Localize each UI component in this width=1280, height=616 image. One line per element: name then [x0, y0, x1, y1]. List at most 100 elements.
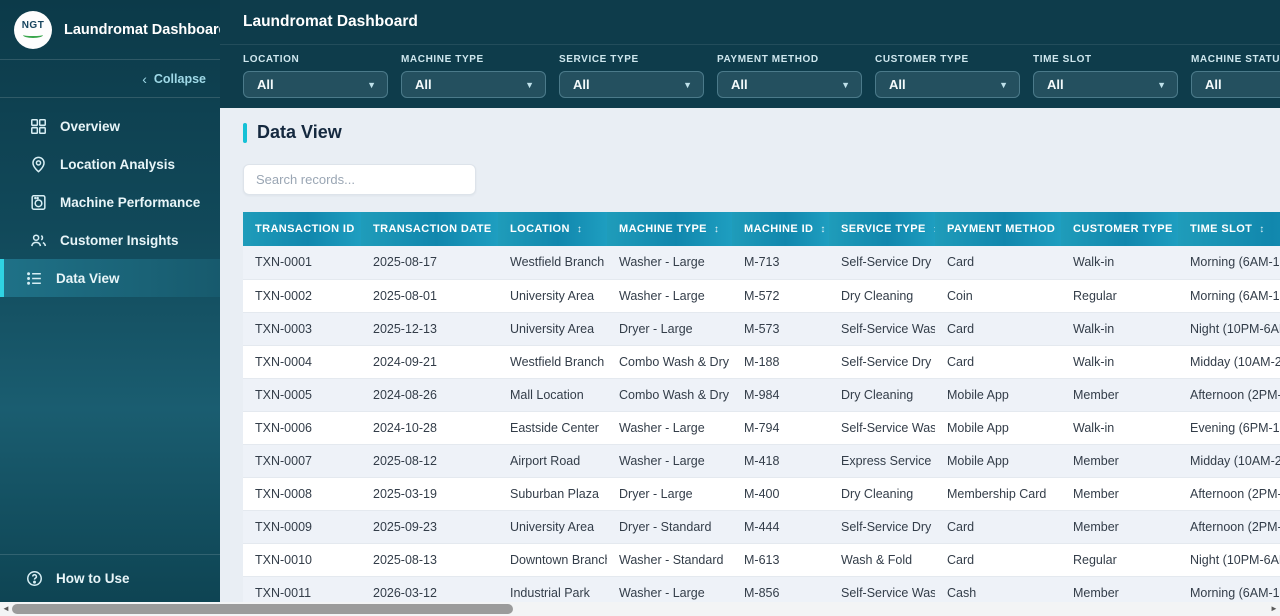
cell-transaction-id: TXN-0011: [243, 576, 361, 602]
cell-service-type: Dry Cleaning: [829, 279, 935, 313]
cell-service-type: Dry Cleaning: [829, 378, 935, 412]
sidebar-item[interactable]: Location Analysis: [0, 145, 220, 183]
column-header[interactable]: TRANSACTION ID↕: [243, 212, 361, 246]
column-header[interactable]: CUSTOMER TYPE↕: [1061, 212, 1178, 246]
top-header: Laundromat Dashboard: [220, 0, 1280, 45]
cell-time-slot: Morning (6AM-10AM): [1178, 576, 1280, 602]
list-icon: [25, 269, 44, 288]
filter-dropdown[interactable]: All ▼: [559, 71, 704, 98]
filter-group: TIME SLOT All ▼: [1033, 54, 1178, 108]
section-title: Data View: [257, 122, 342, 142]
table-row: TXN-0004 2024-09-21 Westfield Branch Com…: [243, 345, 1280, 379]
cell-customer-type: Member: [1061, 576, 1178, 602]
filter-label: LOCATION: [243, 54, 300, 65]
sidebar-item-how-to-use[interactable]: How to Use: [0, 554, 220, 602]
column-header[interactable]: TIME SLOT ↕: [1178, 212, 1280, 246]
collapse-button[interactable]: ‹ Collapse: [0, 60, 220, 98]
cell-payment-method: Mobile App: [935, 411, 1061, 445]
column-header[interactable]: MACHINE TYPE ↕: [607, 212, 732, 246]
column-header[interactable]: SERVICE TYPE ↕: [829, 212, 935, 246]
sidebar-item[interactable]: Overview: [0, 107, 220, 145]
cell-location: Airport Road: [498, 444, 607, 478]
search-input[interactable]: [243, 164, 476, 195]
cell-time-slot: Night (10PM-6AM): [1178, 543, 1280, 577]
filter-dropdown[interactable]: All ▼: [717, 71, 862, 98]
filter-label: MACHINE STATUS: [1191, 54, 1280, 65]
horizontal-scrollbar: ◄ ►: [0, 602, 1280, 616]
cell-location: University Area: [498, 510, 607, 544]
cell-location: Westfield Branch: [498, 345, 607, 379]
sidebar-title: Laundromat Dashboard: [64, 21, 220, 38]
cell-service-type: Self-Service Dry: [829, 510, 935, 544]
cell-transaction-id: TXN-0002: [243, 279, 361, 313]
logo-text: NGT: [21, 20, 45, 31]
cell-customer-type: Member: [1061, 444, 1178, 478]
cell-machine-type: Dryer - Standard: [607, 510, 732, 544]
cell-machine-id: M-613: [732, 543, 829, 577]
filter-dropdown[interactable]: All ▼: [1191, 71, 1280, 98]
column-header[interactable]: MACHINE ID ↕: [732, 212, 829, 246]
filter-dropdown[interactable]: All ▼: [1033, 71, 1178, 98]
sidebar-item-label: Machine Performance: [60, 194, 201, 210]
filter-selected-value: All: [1205, 77, 1222, 92]
sidebar-item[interactable]: Data View: [0, 259, 220, 297]
cell-time-slot: Afternoon (2PM-6PM): [1178, 378, 1280, 412]
sidebar-logo-row: NGT Laundromat Dashboard: [0, 0, 220, 60]
column-header-label: TRANSACTION DATE: [373, 223, 492, 235]
app-logo: NGT: [14, 10, 52, 49]
cell-service-type: Express Service: [829, 444, 935, 478]
chevron-down-icon: ▼: [525, 79, 534, 90]
sidebar-item-label: Data View: [56, 270, 120, 286]
cell-machine-id: M-188: [732, 345, 829, 379]
cell-service-type: Dry Cleaning: [829, 477, 935, 511]
cell-service-type: Self-Service Wash: [829, 576, 935, 602]
column-header-label: TRANSACTION ID: [255, 223, 355, 235]
column-header[interactable]: TRANSACTION DATE↕: [361, 212, 498, 246]
cell-customer-type: Member: [1061, 378, 1178, 412]
cell-machine-id: M-444: [732, 510, 829, 544]
cell-transaction-id: TXN-0004: [243, 345, 361, 379]
column-header-label: MACHINE TYPE: [619, 223, 707, 235]
cell-payment-method: Mobile App: [935, 378, 1061, 412]
filter-dropdown[interactable]: All ▼: [875, 71, 1020, 98]
filter-dropdown[interactable]: All ▼: [243, 71, 388, 98]
cell-machine-type: Washer - Large: [607, 246, 732, 280]
sort-icon: ↕: [713, 224, 720, 235]
column-header[interactable]: LOCATION ↕: [498, 212, 607, 246]
cell-time-slot: Afternoon (2PM-6PM): [1178, 510, 1280, 544]
sidebar-item[interactable]: Customer Insights: [0, 221, 220, 259]
cell-time-slot: Midday (10AM-2PM): [1178, 345, 1280, 379]
cell-transaction-date: 2024-09-21: [361, 345, 498, 379]
cell-time-slot: Afternoon (2PM-6PM): [1178, 477, 1280, 511]
scroll-left-arrow-icon[interactable]: ◄: [0, 602, 12, 616]
sort-icon: ↕: [576, 224, 583, 235]
sidebar-item[interactable]: Machine Performance: [0, 183, 220, 221]
sidebar-item-label: Location Analysis: [60, 156, 176, 172]
sidebar-item-label: Customer Insights: [60, 232, 179, 248]
column-header[interactable]: PAYMENT METHOD ↕: [935, 212, 1061, 246]
table-row: TXN-0007 2025-08-12 Airport Road Washer …: [243, 444, 1280, 478]
sidebar-nav: Overview Location Analysis Machine Perfo…: [0, 98, 220, 297]
filter-dropdown[interactable]: All ▼: [401, 71, 546, 98]
filter-selected-value: All: [731, 77, 748, 92]
cell-machine-id: M-794: [732, 411, 829, 445]
scrollbar-thumb[interactable]: [12, 604, 513, 614]
table-row: TXN-0011 2026-03-12 Industrial Park Wash…: [243, 576, 1280, 602]
cell-location: Westfield Branch: [498, 246, 607, 280]
cell-machine-type: Washer - Large: [607, 576, 732, 602]
cell-time-slot: Midday (10AM-2PM): [1178, 444, 1280, 478]
sort-icon: ↕: [1259, 224, 1265, 235]
chevron-down-icon: ▼: [683, 79, 692, 90]
filter-group: PAYMENT METHOD All ▼: [717, 54, 862, 108]
chevron-down-icon: ▼: [999, 79, 1008, 90]
cell-machine-type: Dryer - Large: [607, 312, 732, 346]
scrollbar-track[interactable]: [12, 602, 1268, 616]
filter-selected-value: All: [1047, 77, 1064, 92]
column-header-label: TIME SLOT: [1190, 223, 1253, 235]
scroll-right-arrow-icon[interactable]: ►: [1268, 602, 1280, 616]
cell-customer-type: Walk-in: [1061, 411, 1178, 445]
cell-transaction-date: 2025-08-17: [361, 246, 498, 280]
cell-payment-method: Card: [935, 510, 1061, 544]
table-row: TXN-0010 2025-08-13 Downtown Branch Wash…: [243, 543, 1280, 577]
